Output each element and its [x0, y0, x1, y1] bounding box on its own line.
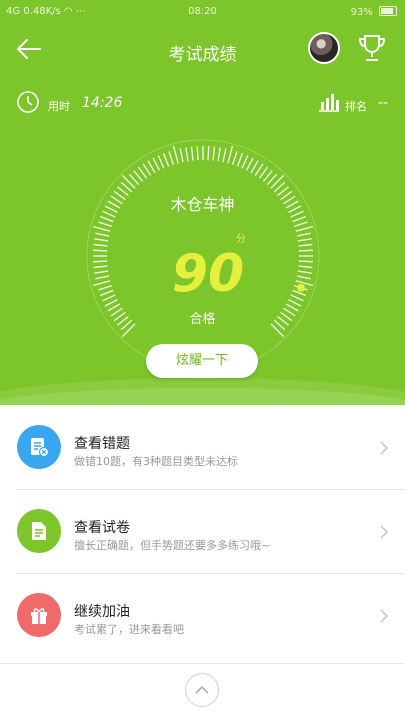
gauge-tick	[121, 174, 136, 189]
gauge-tick	[290, 294, 304, 302]
list-item-title: 继续加油	[74, 604, 130, 620]
gauge-tick	[254, 163, 264, 176]
gauge-tick	[295, 225, 314, 232]
gauge-tick	[297, 238, 312, 242]
gauge-tick	[217, 147, 221, 162]
divider	[0, 663, 405, 664]
gauge-tick	[179, 148, 184, 163]
battery-percent: 93%	[350, 7, 373, 18]
clock-icon	[17, 91, 39, 113]
gauge-tick	[298, 243, 313, 247]
user-name: 木仓车神	[170, 195, 235, 214]
gauge-indicator	[296, 283, 305, 292]
page-title: 考试成绩	[168, 45, 237, 65]
gauge-tick	[98, 284, 112, 291]
gauge-tick	[94, 238, 109, 242]
rank-value: --	[378, 95, 389, 111]
gauge-tick	[100, 215, 114, 223]
gauge-tick	[95, 275, 110, 280]
list-item-subtitle: 擅长正确题，但手势题还要多多练习哦~	[74, 539, 271, 552]
chevron-right-icon	[380, 441, 389, 455]
gauge-tick	[157, 155, 165, 169]
gauge-tick	[196, 146, 199, 161]
gauge-tick	[298, 249, 313, 252]
gauge-tick	[231, 151, 238, 165]
gauge-tick	[93, 265, 108, 269]
chevron-up-icon	[195, 685, 209, 694]
gauge-tick	[147, 160, 156, 174]
result-header: 4G 0.48K/s ◠ ⋯ 08:20 93% 考试成绩 用时 14:26 排…	[0, 0, 405, 405]
gauge-tick	[92, 225, 111, 232]
gauge-tick	[241, 155, 249, 169]
gauge-tick	[93, 243, 108, 247]
battery-icon	[379, 6, 397, 16]
time-value: 14:26	[82, 95, 123, 111]
bar-chart-icon	[319, 94, 339, 112]
gauge-tick	[297, 270, 312, 274]
gauge-tick	[236, 153, 244, 167]
gauge-tick	[298, 265, 313, 269]
wrong-questions-icon	[17, 425, 61, 469]
avatar[interactable]	[308, 32, 340, 64]
gauge-tick	[152, 157, 161, 171]
list-item-title: 查看试卷	[74, 520, 130, 536]
status-time: 08:20	[188, 6, 217, 17]
chevron-right-icon	[380, 609, 389, 623]
gauge-tick	[95, 232, 110, 237]
gauge-tick	[172, 145, 179, 164]
gauge-tick	[250, 160, 259, 174]
gauge-tick	[190, 146, 194, 161]
gauge-tick	[294, 221, 308, 228]
gauge-tick	[94, 270, 109, 274]
gauge-tick	[292, 215, 306, 223]
gauge-tick	[207, 146, 210, 161]
gauge-tick	[295, 280, 314, 287]
paper-icon	[17, 509, 61, 553]
list-item-keep-going[interactable]: 继续加油 考试累了，进来看看吧	[0, 573, 405, 657]
gauge-tick	[212, 146, 216, 161]
gauge-tick	[102, 294, 116, 302]
gauge-tick	[92, 280, 111, 287]
gauge-tick	[245, 157, 254, 171]
chevron-right-icon	[380, 525, 389, 539]
list-item-view-paper[interactable]: 查看试卷 擅长正确题，但手势题还要多多练习哦~	[0, 489, 405, 573]
score-unit: 分	[236, 234, 246, 245]
gauge-tick	[142, 163, 152, 176]
gauge-tick	[296, 232, 311, 237]
gauge-tick	[93, 260, 108, 263]
gauge-tick	[93, 249, 108, 252]
gauge-tick	[298, 260, 313, 263]
gauge-tick	[100, 289, 114, 297]
gauge-tick	[185, 147, 189, 162]
gauge-tick	[222, 148, 227, 163]
status-bar: 4G 0.48K/s ◠ ⋯ 08:20 93%	[0, 0, 405, 24]
list-item-subtitle: 做错10题，有3种题目类型未达标	[74, 455, 238, 468]
gauge-tick	[296, 275, 311, 280]
brag-button[interactable]: 炫耀一下	[146, 344, 258, 378]
scroll-up-button[interactable]	[185, 673, 219, 707]
rank-label: 排名	[345, 100, 367, 113]
pass-status: 合格	[189, 312, 216, 327]
gauge-tick	[288, 298, 302, 307]
trophy-button[interactable]	[356, 32, 388, 64]
gauge-tick	[270, 174, 285, 189]
list-item-subtitle: 考试累了，进来看看吧	[74, 623, 184, 636]
gauge-tick	[168, 151, 175, 165]
list-item-title: 查看错题	[74, 436, 130, 452]
time-label: 用时	[48, 100, 70, 113]
list-item-view-wrong[interactable]: 查看错题 做错10题，有3种题目类型未达标	[0, 405, 405, 489]
gauge-tick	[227, 145, 234, 164]
gift-icon	[17, 593, 61, 637]
score-value: 90	[171, 244, 245, 304]
trophy-icon	[358, 35, 386, 61]
gauge-tick	[162, 153, 170, 167]
gauge-tick	[104, 298, 118, 307]
gauge-tick	[98, 221, 112, 228]
